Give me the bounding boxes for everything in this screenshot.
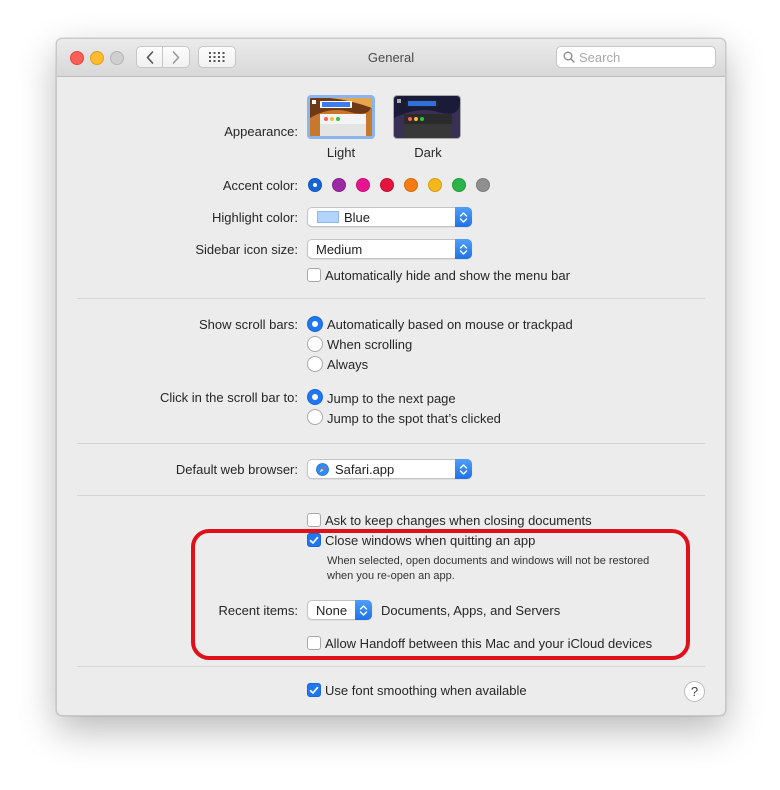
- highlight-swatch: [317, 211, 339, 223]
- popup-arrows-icon: [455, 207, 472, 227]
- scroll-bars-always-label: Always: [327, 357, 369, 372]
- accent-pink-swatch[interactable]: [356, 178, 370, 192]
- search-input[interactable]: [579, 49, 709, 65]
- accent-color-label: Accent color:: [222, 178, 298, 193]
- ask-keep-changes-checkbox[interactable]: [307, 513, 321, 527]
- divider: [77, 298, 705, 299]
- scroll-bars-when-scrolling-radio[interactable]: [307, 336, 323, 352]
- menu-bar-checkbox[interactable]: [307, 268, 321, 282]
- sidebar-icon-size-label: Sidebar icon size:: [195, 242, 298, 257]
- safari-icon: [316, 463, 329, 476]
- font-smoothing-checkbox[interactable]: [307, 683, 321, 697]
- scroll-bars-auto-radio[interactable]: [307, 316, 323, 332]
- highlight-color-label: Highlight color:: [212, 210, 298, 225]
- jump-to-spot-radio[interactable]: [307, 409, 323, 425]
- accent-red-swatch[interactable]: [380, 178, 394, 192]
- show-scroll-bars-label: Show scroll bars:: [199, 317, 298, 332]
- accent-blue-swatch[interactable]: [308, 178, 322, 192]
- selected-dot: [313, 183, 317, 187]
- popup-arrows-icon: [455, 239, 472, 259]
- jump-next-page-label: Jump to the next page: [327, 391, 456, 406]
- appearance-dark-option[interactable]: [393, 95, 461, 139]
- accent-purple-swatch[interactable]: [332, 178, 346, 192]
- divider: [77, 443, 705, 444]
- default-browser-label: Default web browser:: [175, 462, 298, 477]
- appearance-light-label: Light: [326, 145, 356, 160]
- dark-theme-thumbnail: [394, 96, 460, 138]
- scroll-bars-auto-label: Automatically based on mouse or trackpad: [327, 317, 573, 332]
- click-scroll-bar-label: Click in the scroll bar to:: [160, 390, 298, 405]
- divider: [77, 666, 705, 667]
- default-browser-popup[interactable]: Safari.app: [307, 459, 472, 479]
- appearance-dark-label: Dark: [414, 145, 442, 160]
- jump-to-spot-label: Jump to the spot that’s clicked: [327, 411, 501, 426]
- accent-yellow-swatch[interactable]: [428, 178, 442, 192]
- highlight-color-popup[interactable]: Blue: [307, 207, 472, 227]
- font-smoothing-label: Use font smoothing when available: [325, 683, 527, 698]
- divider: [77, 495, 705, 496]
- search-field[interactable]: [556, 46, 716, 68]
- title-bar: General: [57, 39, 725, 77]
- accent-orange-swatch[interactable]: [404, 178, 418, 192]
- jump-next-page-radio[interactable]: [307, 389, 323, 405]
- menu-bar-label: Automatically hide and show the menu bar: [325, 268, 570, 283]
- checkmark-icon: [309, 686, 319, 694]
- annotation-highlight: [191, 529, 690, 660]
- sidebar-icon-size-value: Medium: [316, 242, 363, 257]
- light-theme-thumbnail: [310, 98, 372, 136]
- accent-green-swatch[interactable]: [452, 178, 466, 192]
- appearance-light-option[interactable]: [307, 95, 375, 139]
- scroll-bars-when-scrolling-label: When scrolling: [327, 337, 413, 352]
- highlight-color-value: Blue: [344, 210, 371, 225]
- ask-keep-changes-label: Ask to keep changes when closing documen…: [325, 513, 592, 528]
- appearance-label: Appearance:: [224, 124, 298, 139]
- default-browser-value: Safari.app: [335, 462, 395, 477]
- scroll-bars-always-radio[interactable]: [307, 356, 323, 372]
- popup-arrows-icon: [455, 459, 472, 479]
- accent-graphite-swatch[interactable]: [476, 178, 490, 192]
- search-icon: [563, 51, 575, 63]
- sidebar-icon-size-popup[interactable]: Medium: [307, 239, 472, 259]
- help-button[interactable]: ?: [684, 681, 705, 702]
